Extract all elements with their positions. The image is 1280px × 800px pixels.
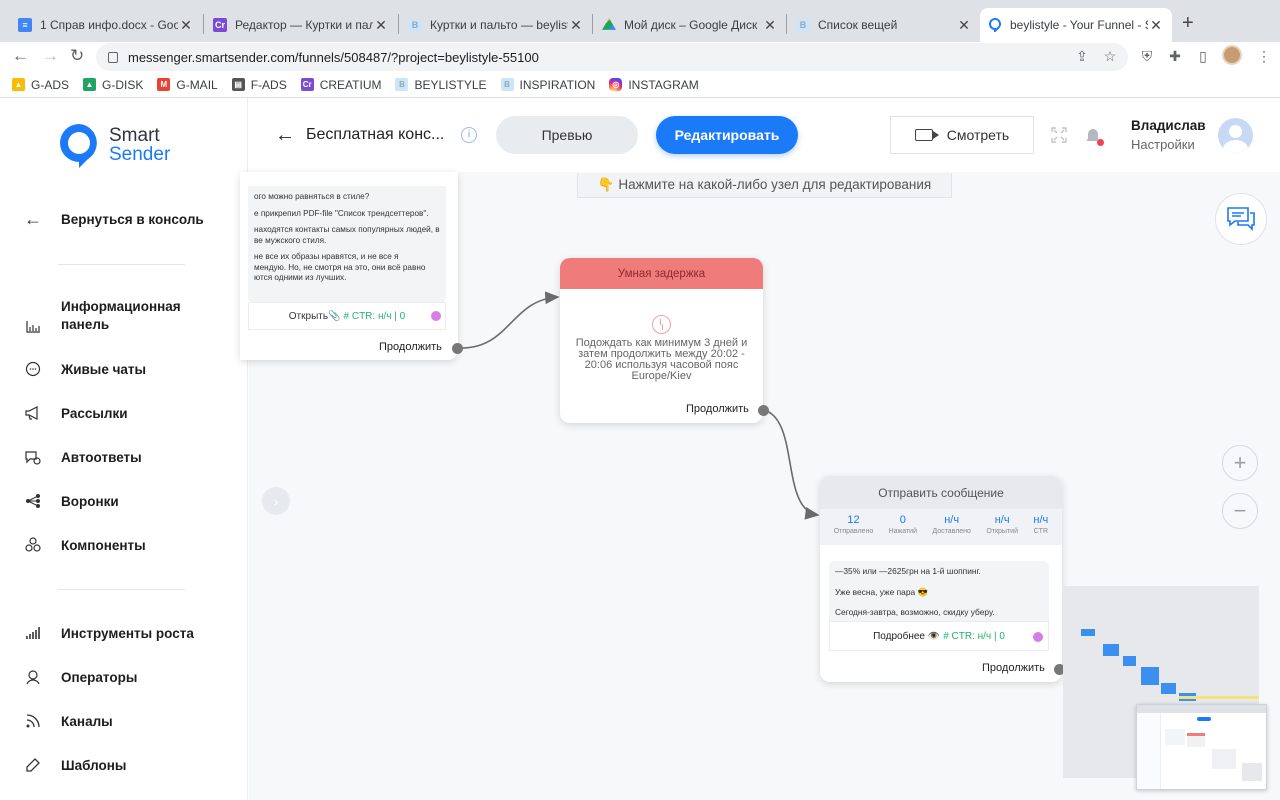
- chevron-right-icon[interactable]: ›: [262, 487, 290, 515]
- message-text: ого можно равняться в стиле? е прикрепил…: [248, 186, 446, 302]
- stat-sent: 12 Отправлено: [833, 514, 874, 535]
- output-port[interactable]: [758, 405, 769, 416]
- node-header: Отправить сообщение: [820, 476, 1062, 509]
- zoom-out-button[interactable]: −: [1222, 493, 1258, 529]
- output-port[interactable]: [452, 343, 463, 354]
- node-header: Умная задержка: [560, 258, 763, 289]
- stat-delivered: н/ч Доставлено: [932, 514, 971, 535]
- delay-description: Подождать как минимум 3 дней и затем про…: [575, 337, 748, 382]
- message-node[interactable]: ого можно равняться в стиле? е прикрепил…: [240, 172, 458, 360]
- continue-label: Продолжить: [379, 341, 442, 353]
- continue-label: Продолжить: [982, 662, 1045, 674]
- clock-icon: [652, 315, 671, 334]
- screenshot-thumbnail[interactable]: [1136, 704, 1267, 790]
- stat-clicks: 0 Нажатий: [888, 514, 918, 535]
- button-port[interactable]: [1033, 632, 1043, 642]
- chat-icon: [1227, 207, 1255, 231]
- stat-opened: н/ч Открытий: [986, 514, 1018, 535]
- send-message-node[interactable]: Отправить сообщение 12 Отправлено 0 Нажати…: [820, 476, 1062, 682]
- connection-line: [763, 409, 820, 520]
- continue-label: Продолжить: [686, 403, 749, 415]
- connection-line: [457, 291, 560, 349]
- message-text: —35% или —2625грн на 1-й шоппинг. Уже ве…: [829, 561, 1049, 621]
- support-chat-button[interactable]: [1215, 193, 1267, 245]
- message-button[interactable]: Открыть📎 # CTR: н/ч | 0: [248, 302, 446, 330]
- button-port[interactable]: [431, 311, 441, 321]
- edit-hint-banner: 👇 Нажмите на какой-либо узел для редакти…: [577, 173, 952, 198]
- message-button[interactable]: Подробнее 👁️ # CTR: н/ч | 0: [829, 621, 1049, 651]
- smart-delay-node[interactable]: Умная задержка Подождать как минимум 3 д…: [560, 258, 763, 423]
- node-stats: 12 Отправлено 0 Нажатий н/ч Доставлено н/ч О…: [820, 509, 1062, 545]
- zoom-in-button[interactable]: +: [1222, 445, 1258, 481]
- stat-ctr: н/ч CTR: [1033, 514, 1049, 535]
